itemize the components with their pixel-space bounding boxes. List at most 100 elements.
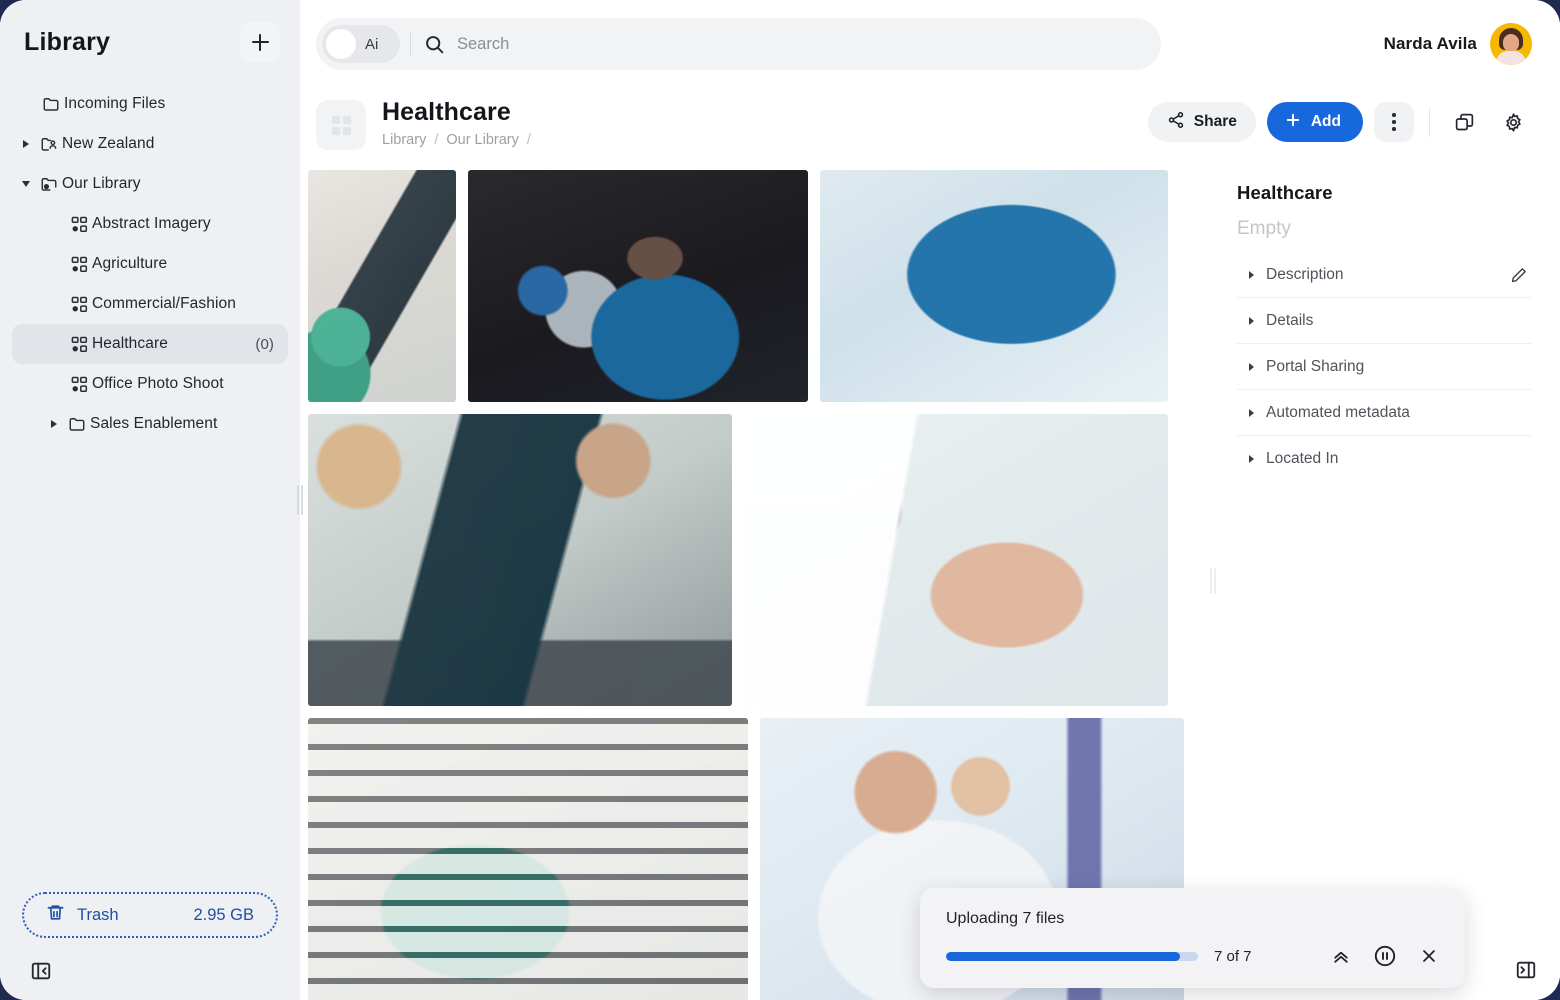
details-section-automated-metadata[interactable]: Automated metadata [1237, 390, 1532, 436]
chevron-down-icon[interactable] [16, 181, 36, 187]
sidebar-item-label: Office Photo Shoot [92, 375, 224, 392]
divider [410, 31, 411, 57]
gear-icon[interactable] [1494, 103, 1532, 141]
sidebar-item-incoming-files[interactable]: Incoming Files [12, 84, 288, 124]
content-area: Healthcare Empty Description Details Porta… [300, 162, 1560, 1000]
folder-icon [64, 415, 90, 433]
lab-storage-photo[interactable] [308, 718, 748, 1000]
panel-expand-right-icon[interactable] [1510, 954, 1542, 986]
breadcrumb-link[interactable]: Our Library [446, 132, 519, 148]
image-grid-row [308, 170, 1215, 402]
breadcrumb-link[interactable]: Library [382, 132, 426, 148]
library-tree: Incoming Files New Zealand Our Library Abs… [0, 70, 300, 892]
top-bar: Ai Narda Avila [300, 0, 1560, 88]
ai-toggle[interactable]: Ai [322, 25, 400, 63]
folder-grid-icon [316, 100, 366, 150]
user-menu[interactable]: Narda Avila [1384, 23, 1532, 65]
copy-window-icon[interactable] [1445, 103, 1483, 141]
sidebar-item-agriculture[interactable]: Agriculture [12, 244, 288, 284]
pencil-icon[interactable] [1506, 262, 1532, 288]
chevron-right-icon [1249, 270, 1254, 279]
sidebar-item-trash[interactable]: Trash 2.95 GB [22, 892, 278, 938]
upload-progress-fill [946, 951, 1181, 961]
collection-icon [66, 335, 92, 354]
handshake-scrubs-photo[interactable] [820, 170, 1168, 402]
search-input[interactable] [445, 34, 1155, 54]
kebab-menu-icon[interactable] [1374, 102, 1414, 142]
chevron-right-icon[interactable] [44, 420, 64, 428]
details-panel-resize-handle[interactable] [1209, 568, 1217, 594]
image-grid [300, 162, 1215, 1000]
folder-gear-icon [36, 175, 62, 193]
breadcrumb: Library / Our Library / [382, 132, 1132, 148]
collection-header: Healthcare Library / Our Library / Share [300, 88, 1560, 162]
sidebar-item-office-photo-shoot[interactable]: Office Photo Shoot [12, 364, 288, 404]
collection-icon [66, 295, 92, 314]
upload-progress-bar [946, 951, 1198, 961]
xray-review-photo[interactable] [308, 170, 456, 402]
upload-toast: Uploading 7 files 7 of 7 [920, 888, 1465, 988]
details-section-label: Portal Sharing [1266, 357, 1365, 375]
chevron-right-icon [1249, 362, 1254, 371]
sidebar-item-commercial-fashion[interactable]: Commercial/Fashion [12, 284, 288, 324]
sidebar-item-label: New Zealand [62, 135, 155, 152]
photo-thumbnail [308, 414, 732, 706]
pause-circle-icon[interactable] [1371, 942, 1399, 970]
details-section-portal-sharing[interactable]: Portal Sharing [1237, 344, 1532, 390]
avatar [1490, 23, 1532, 65]
share-label: Share [1193, 113, 1237, 130]
sidebar-item-our-library[interactable]: Our Library [12, 164, 288, 204]
chevron-double-up-icon[interactable] [1327, 942, 1355, 970]
details-section-located-in[interactable]: Located In [1237, 436, 1532, 482]
header-actions: Share Add [1147, 102, 1532, 142]
close-icon[interactable] [1415, 942, 1443, 970]
chevron-right-icon [1249, 316, 1254, 325]
plus-icon [251, 33, 269, 51]
image-grid-row [308, 414, 1215, 706]
plus-icon [1284, 111, 1302, 134]
details-panel-empty-text: Empty [1237, 218, 1291, 239]
toggle-knob [326, 29, 356, 59]
add-library-button[interactable] [240, 22, 280, 62]
photo-thumbnail [308, 718, 748, 1000]
collection-icon [66, 215, 92, 234]
breadcrumb-separator: / [526, 131, 531, 148]
folder-icon [38, 95, 64, 113]
sidebar-item-abstract-imagery[interactable]: Abstract Imagery [12, 204, 288, 244]
sidebar-item-label: Healthcare [92, 335, 168, 352]
panel-collapse-left-icon[interactable] [26, 956, 56, 986]
upload-title: Uploading 7 files [946, 910, 1065, 927]
details-panel: Healthcare Empty Description Details Porta… [1210, 162, 1560, 1000]
header-text: Healthcare Library / Our Library / [382, 98, 1132, 148]
handle-bar [297, 485, 299, 515]
sidebar-item-label: Agriculture [92, 255, 168, 272]
details-section-label: Automated metadata [1266, 403, 1410, 421]
details-panel-title: Healthcare [1237, 182, 1333, 203]
chevron-right-icon [1249, 408, 1254, 417]
doctor-tablet-photo[interactable] [744, 414, 1168, 706]
chevron-right-icon[interactable] [16, 140, 36, 148]
sidebar-resize-handle[interactable] [297, 485, 303, 515]
sidebar-item-healthcare[interactable]: Healthcare (0) [12, 324, 288, 364]
doctors-xray-photo[interactable] [308, 414, 732, 706]
sidebar-item-label: Sales Enablement [90, 415, 218, 432]
details-section-label: Description [1266, 265, 1344, 283]
details-section-details[interactable]: Details [1237, 298, 1532, 344]
sidebar-item-new-zealand[interactable]: New Zealand [12, 124, 288, 164]
upload-count: 7 of 7 [1214, 947, 1252, 965]
handle-bar [301, 485, 303, 515]
nurse-tablet-photo[interactable] [468, 170, 808, 402]
add-button[interactable]: Add [1266, 102, 1363, 142]
sidebar-footer [0, 954, 300, 1000]
user-name: Narda Avila [1383, 34, 1477, 53]
trash-icon [46, 903, 65, 927]
sidebar-item-sales-enablement[interactable]: Sales Enablement [12, 404, 288, 444]
search-icon [423, 34, 445, 55]
share-button[interactable]: Share [1147, 102, 1256, 142]
photo-thumbnail [820, 170, 1168, 402]
trash-label: Trash [77, 905, 119, 924]
breadcrumb-separator: / [434, 131, 439, 148]
sidebar-item-label: Commercial/Fashion [92, 295, 236, 312]
page-title: Healthcare [382, 98, 511, 126]
details-section-description[interactable]: Description [1237, 252, 1532, 298]
